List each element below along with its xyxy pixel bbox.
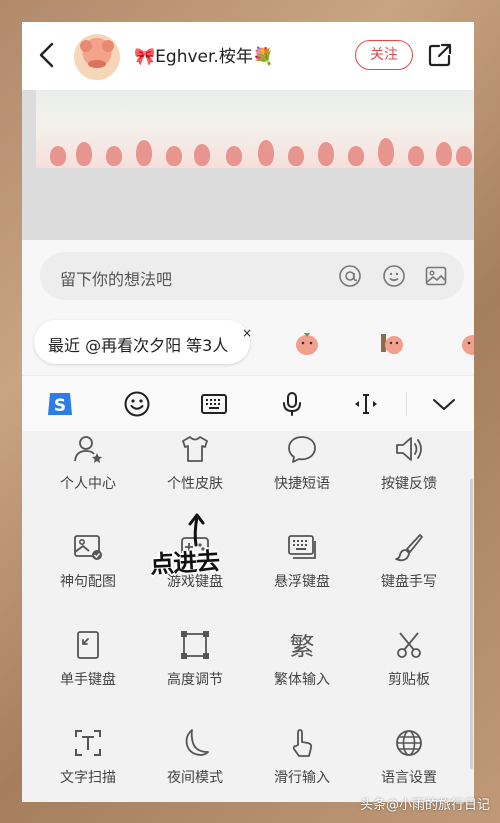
back-arrow-icon[interactable] [34,40,60,70]
recent-mentions-text: 最近 @再看次夕阳 等3人 [48,336,229,355]
grid-item-floating-keyboard[interactable]: 悬浮键盘 [249,531,355,611]
grid-item-label: 单手键盘 [60,672,116,688]
grid-item-clipboard[interactable]: 剪贴板 [356,629,462,709]
emoji-icon[interactable] [382,264,406,288]
grid-item-label: 快捷短语 [274,476,330,492]
shirt-icon [182,436,208,462]
phone-screen: 🎀Eghver.桉年💐 关注 留下你的想法吧 最近 @再看次夕阳 等3人 × S… [22,22,474,802]
avatar[interactable] [74,34,120,80]
image-upload-icon[interactable] [424,264,448,288]
toolbar-divider [406,392,407,416]
resize-icon [181,631,209,659]
speaker-icon [396,437,422,461]
post-image[interactable] [36,90,474,168]
grid-item-label: 按键反馈 [381,476,437,492]
keyboard-feature-grid: 个人中心 个性皮肤 快捷短语 按键反馈 神句配图 游戏键盘 悬浮键盘 键盘手写 … [22,431,474,802]
svg-text:S: S [54,396,66,416]
grid-item-label: 语言设置 [381,770,437,786]
grid-item-label: 高度调节 [167,672,223,688]
grid-item-height-adjust[interactable]: 高度调节 [142,629,248,709]
chat-bubble-icon [288,436,316,463]
chip-close-icon[interactable]: × [242,326,252,340]
grid-item-label: 个性皮肤 [167,476,223,492]
grid-item-label: 剪贴板 [388,672,430,688]
grid-item-label: 悬浮键盘 [274,574,330,590]
follow-button[interactable]: 关注 [355,40,413,70]
image-margin [22,90,36,168]
grid-item-one-hand-keyboard[interactable]: 单手键盘 [35,629,141,709]
grid-item-label: 神句配图 [60,574,116,590]
text-scan-icon [75,730,101,756]
share-icon[interactable] [426,41,454,69]
sogou-logo-icon[interactable]: S [46,390,74,418]
grid-item-label: 文字扫描 [60,770,116,786]
sticker-icon[interactable] [460,330,474,356]
at-mention-icon[interactable] [338,264,362,288]
watermark: 头条@小雨的旅行日记 [359,798,490,813]
grid-item-label: 个人中心 [60,476,116,492]
comment-panel: 留下你的想法吧 最近 @再看次夕阳 等3人 × [22,240,474,375]
grid-item-handwriting[interactable]: 键盘手写 [356,531,462,611]
chevron-down-icon[interactable] [430,390,458,418]
keyboard-toolbar: S [22,375,474,432]
swipe-icon [292,729,313,757]
sticker-icon[interactable] [378,330,404,356]
keyboard-icon[interactable] [200,390,228,418]
grid-item-personal-center[interactable]: 个人中心 [35,433,141,513]
image-dim-overlay [22,168,474,240]
grid-item-quick-phrases[interactable]: 快捷短语 [249,433,355,513]
scrollbar[interactable] [470,479,473,769]
grid-item-night-mode[interactable]: 夜间模式 [142,727,248,802]
recent-mentions-chip[interactable]: 最近 @再看次夕阳 等3人 [34,320,250,364]
grid-item-label: 键盘手写 [381,574,437,590]
grid-item-skin[interactable]: 个性皮肤 [142,433,248,513]
grid-item-swipe-input[interactable]: 滑行输入 [249,727,355,802]
grid-item-label: 繁体输入 [274,672,330,688]
grid-item-label: 夜间模式 [167,770,223,786]
moon-icon [185,729,209,756]
globe-icon [396,730,422,756]
one-hand-icon [77,631,99,659]
annotation-text: 点进去 [149,547,220,579]
comment-placeholder: 留下你的想法吧 [60,270,173,289]
image-icon [74,535,102,560]
cursor-move-icon[interactable] [352,390,380,418]
sticker-icon[interactable] [294,330,320,356]
username[interactable]: 🎀Eghver.桉年💐 [134,42,274,67]
grid-item-language-settings[interactable]: 语言设置 [356,727,462,802]
grid-item-key-feedback[interactable]: 按键反馈 [356,433,462,513]
grid-item-label: 滑行输入 [274,770,330,786]
grid-item-quote-image[interactable]: 神句配图 [35,531,141,611]
brush-icon [395,534,423,562]
traditional-char-icon: 繁 [289,632,314,661]
float-keyboard-icon [288,535,316,559]
scissors-icon [397,632,421,658]
emoji-icon[interactable] [123,390,151,418]
grid-item-traditional-input[interactable]: 繁 繁体输入 [249,629,355,709]
grid-item-text-scan[interactable]: 文字扫描 [35,727,141,802]
microphone-icon[interactable] [278,390,306,418]
svg-text:繁: 繁 [289,632,314,661]
profile-header: 🎀Eghver.桉年💐 关注 [22,22,474,90]
user-icon [74,436,102,463]
comment-input[interactable]: 留下你的想法吧 [40,252,464,300]
